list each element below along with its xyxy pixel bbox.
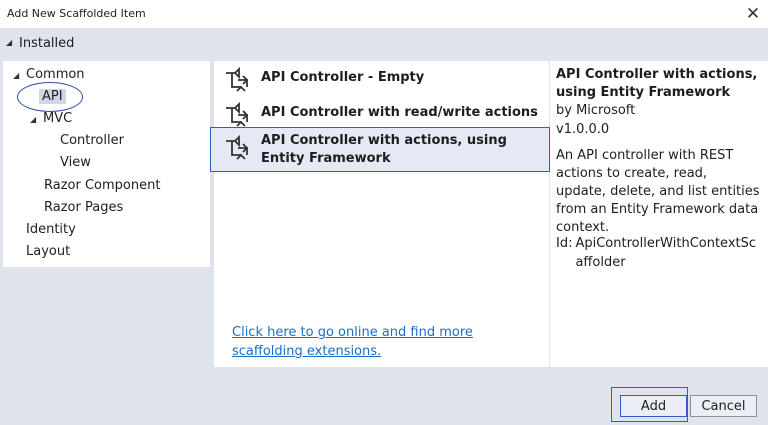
collapse-triangle-icon[interactable]: ◢ [6, 38, 12, 47]
api-controller-icon [226, 134, 249, 160]
installed-label: Installed [19, 36, 75, 51]
api-controller-icon [226, 66, 249, 92]
details-version: v1.0.0.0 [556, 122, 610, 137]
template-label: API Controller with actions, using Entit… [261, 133, 507, 166]
add-button[interactable]: Add [620, 395, 687, 417]
tree-toggle-mvc-icon[interactable]: ◢ [30, 115, 36, 124]
tree-item-identity[interactable]: Identity [26, 222, 76, 237]
cancel-button[interactable]: Cancel [690, 395, 757, 417]
details-id-value: ApiControllerWithContextScaffolder [575, 236, 757, 270]
title-bar: Add New Scaffolded Item ✕ [0, 0, 768, 28]
template-label: API Controller - Empty [261, 70, 425, 85]
tree-item-view[interactable]: View [60, 155, 91, 170]
tree-item-mvc[interactable]: MVC [43, 111, 72, 126]
details-panel: API Controller with actions, using Entit… [550, 61, 768, 367]
api-controller-icon [226, 101, 249, 127]
details-id-label: Id: [556, 236, 573, 251]
details-title: API Controller with actions, using Entit… [556, 67, 758, 100]
highlight-circle-annotation [17, 82, 83, 112]
online-extensions-link[interactable]: Click here to go online and find more sc… [232, 323, 542, 361]
tree-toggle-common-icon[interactable]: ◢ [13, 71, 19, 80]
tree-item-common[interactable]: Common [26, 67, 85, 82]
template-item-api-empty[interactable]: API Controller - Empty [214, 64, 549, 94]
details-id: Id: ApiControllerWithContextScaffolder [556, 234, 766, 272]
installed-header[interactable]: ◢ Installed [0, 28, 768, 59]
tree-item-controller[interactable]: Controller [60, 133, 124, 148]
tree-item-razor-component[interactable]: Razor Component [44, 178, 160, 193]
template-item-api-entity-framework[interactable]: API Controller with actions, using Entit… [210, 127, 550, 172]
close-icon: ✕ [745, 4, 761, 24]
template-label: API Controller with read/write actions [261, 105, 538, 120]
window-title: Add New Scaffolded Item [7, 7, 146, 20]
details-author: by Microsoft [556, 103, 636, 118]
template-list: API Controller - Empty API Controller wi… [210, 61, 550, 367]
tree-item-layout[interactable]: Layout [26, 244, 70, 259]
dialog-footer: Add Cancel [0, 367, 768, 425]
template-item-api-read-write[interactable]: API Controller with read/write actions [214, 99, 549, 129]
close-button[interactable]: ✕ [738, 0, 768, 28]
tree-item-razor-pages[interactable]: Razor Pages [44, 200, 123, 215]
details-description: An API controller with REST actions to c… [556, 148, 760, 235]
